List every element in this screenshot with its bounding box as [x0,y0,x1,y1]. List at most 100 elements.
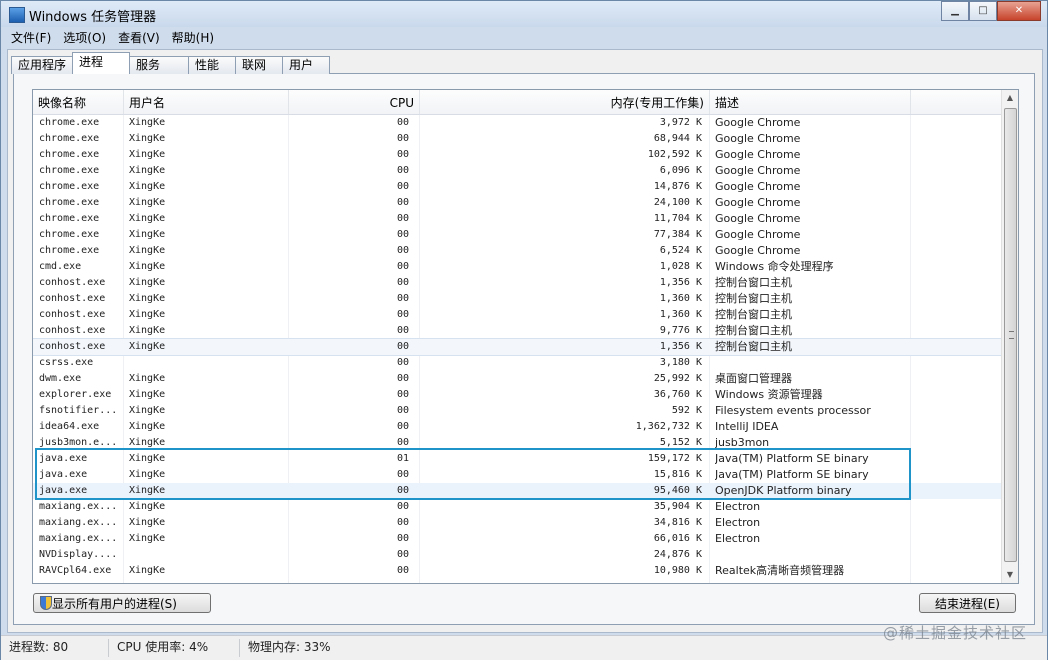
process-name-cell: chrome.exe [39,117,100,128]
process-row[interactable]: chrome.exe XingKe 00 68,944 K Google Chrome [33,131,1001,147]
process-user-cell: XingKe [129,405,166,416]
menu-file[interactable]: 文件(F) [5,29,57,47]
process-memory-cell: 3,180 K [659,357,702,368]
uac-shield-icon [40,596,52,610]
process-description-cell: 控制台窗口主机 [715,324,792,337]
process-cpu-cell: 00 [396,357,409,368]
column-header-memory[interactable]: 内存(专用工作集) [420,90,710,114]
process-row[interactable]: RAVCpl64.exe XingKe 00 10,980 K Realtek高清晰音频… [33,563,1001,579]
process-cpu-cell: 00 [396,277,409,288]
status-divider [239,639,240,657]
process-memory-cell: 24,876 K [653,549,702,560]
process-name-cell: chrome.exe [39,245,100,256]
process-row[interactable]: explorer.exe XingKe 00 36,760 K Windows 资源管理… [33,387,1001,403]
process-row[interactable]: fsnotifier... XingKe 00 592 K Filesystem eve… [33,403,1001,419]
process-description-cell: Electron [715,500,761,513]
process-name-cell: maxiang.ex... [39,517,118,528]
process-row[interactable]: chrome.exe XingKe 00 6,096 K Google Chrome [33,163,1001,179]
process-row[interactable]: conhost.exe XingKe 00 1,360 K 控制台窗口主机 [33,291,1001,307]
column-header-user[interactable]: 用户名 [124,90,289,114]
scroll-thumb[interactable] [1004,108,1017,562]
tab-users[interactable]: 用户 [282,56,331,74]
process-row[interactable]: chrome.exe XingKe 00 14,876 K Google Chrome [33,179,1001,195]
process-cpu-cell: 00 [396,293,409,304]
process-memory-cell: 95,460 K [653,485,702,496]
process-cpu-cell: 00 [396,533,409,544]
process-row[interactable]: maxiang.ex... XingKe 00 34,816 K Electron [33,515,1001,531]
process-user-cell: XingKe [129,261,166,272]
process-row[interactable]: conhost.exe XingKe 00 1,356 K 控制台窗口主机 [33,338,1002,356]
process-row[interactable]: chrome.exe XingKe 00 77,384 K Google Chrome [33,227,1001,243]
process-row[interactable]: conhost.exe XingKe 00 1,360 K 控制台窗口主机 [33,307,1001,323]
menu-bar: 文件(F) 选项(O) 查看(V) 帮助(H) [5,29,220,47]
process-description-cell: Google Chrome [715,180,801,193]
tab-services[interactable]: 服务 [129,56,190,74]
title-bar[interactable]: Windows 任务管理器 ▁ □ ✕ [1,1,1047,27]
status-cpu-usage: CPU 使用率: 4% [117,640,209,654]
process-description-cell: Filesystem events processor [715,404,871,417]
process-memory-cell: 14,876 K [653,181,702,192]
process-row[interactable]: chrome.exe XingKe 00 102,592 K Google Chrome [33,147,1001,163]
process-user-cell: XingKe [129,517,166,528]
end-process-button[interactable]: 结束进程(E) [919,593,1016,613]
process-row[interactable]: chrome.exe XingKe 00 3,972 K Google Chrome [33,115,1001,131]
process-row[interactable]: java.exe XingKe 00 15,816 K Java(TM) Platfor… [33,467,1001,483]
process-cpu-cell: 00 [396,181,409,192]
process-name-cell: conhost.exe [39,293,106,304]
process-description-cell: IntelliJ IDEA [715,420,779,433]
scroll-down-arrow-icon[interactable]: ▼ [1002,567,1018,583]
process-row[interactable]: jusb3mon.e... XingKe 00 5,152 K jusb3mon [33,435,1001,451]
process-description-cell [715,355,995,371]
process-list[interactable]: ▲ 映像名称 用户名 CPU 内存(专用工作集) 描述 chrome.exe Xi… [32,89,1019,584]
process-description-cell: Google Chrome [715,148,801,161]
process-memory-cell: 68,944 K [653,133,702,144]
process-description-cell: 控制台窗口主机 [715,292,792,305]
vertical-scrollbar[interactable]: ▲ ▼ [1001,90,1018,583]
process-description-cell: 桌面窗口管理器 [715,372,792,385]
tab-processes[interactable]: 进程 [72,52,131,74]
process-row[interactable]: maxiang.ex... XingKe 00 35,904 K Electron [33,499,1001,515]
column-header-cpu[interactable]: CPU [289,90,420,114]
menu-help[interactable]: 帮助(H) [166,29,220,47]
process-row[interactable]: idea64.exe XingKe 00 1,362,732 K IntelliJ ID… [33,419,1001,435]
process-row[interactable]: cmd.exe XingKe 00 1,028 K Windows 命令处理程序 [33,259,1001,275]
process-name-cell: chrome.exe [39,181,100,192]
process-description-cell: Windows 命令处理程序 [715,260,834,273]
tab-performance[interactable]: 性能 [188,56,237,74]
close-button[interactable]: ✕ [997,1,1041,21]
menu-options[interactable]: 选项(O) [57,29,112,47]
scroll-up-arrow-icon[interactable]: ▲ [1002,90,1018,106]
process-description-cell: Google Chrome [715,132,801,145]
process-name-cell: cmd.exe [39,261,82,272]
process-row[interactable]: maxiang.ex... XingKe 00 66,016 K Electron [33,531,1001,547]
process-cpu-cell: 00 [396,421,409,432]
column-header-name[interactable]: ▲ 映像名称 [33,90,124,114]
process-row[interactable]: NVDisplay.... 00 24,876 K [33,547,1001,563]
column-header-description[interactable]: 描述 [710,90,911,114]
process-row[interactable]: java.exe XingKe 00 95,460 K OpenJDK Platform… [33,483,1001,499]
process-row[interactable]: chrome.exe XingKe 00 6,524 K Google Chrome [33,243,1001,259]
tab-applications[interactable]: 应用程序 [11,56,74,74]
process-user-cell: XingKe [129,149,166,160]
process-description-cell: Windows 资源管理器 [715,388,823,401]
show-all-users-button[interactable]: 显示所有用户的进程(S) [33,593,211,613]
process-cpu-cell: 00 [396,485,409,496]
process-row[interactable]: java.exe XingKe 01 159,172 K Java(TM) Platfo… [33,451,1001,467]
process-name-cell: chrome.exe [39,229,100,240]
tab-networking[interactable]: 联网 [235,56,284,74]
minimize-button[interactable]: ▁ [941,1,969,21]
process-row[interactable]: chrome.exe XingKe 00 11,704 K Google Chrome [33,211,1001,227]
process-row[interactable]: csrss.exe 00 3,180 K [33,355,1001,371]
sort-arrow-icon: ▲ [74,100,79,107]
menu-view[interactable]: 查看(V) [112,29,166,47]
process-row[interactable]: conhost.exe XingKe 00 9,776 K 控制台窗口主机 [33,323,1001,339]
process-description-cell: 控制台窗口主机 [715,308,792,321]
process-row[interactable]: conhost.exe XingKe 00 1,356 K 控制台窗口主机 [33,275,1001,291]
process-cpu-cell: 00 [396,165,409,176]
process-memory-cell: 1,360 K [659,309,702,320]
process-row[interactable]: chrome.exe XingKe 00 24,100 K Google Chrome [33,195,1001,211]
process-cpu-cell: 00 [396,373,409,384]
process-name-cell: explorer.exe [39,389,112,400]
process-row[interactable]: dwm.exe XingKe 00 25,992 K 桌面窗口管理器 [33,371,1001,387]
maximize-button[interactable]: □ [969,1,997,21]
